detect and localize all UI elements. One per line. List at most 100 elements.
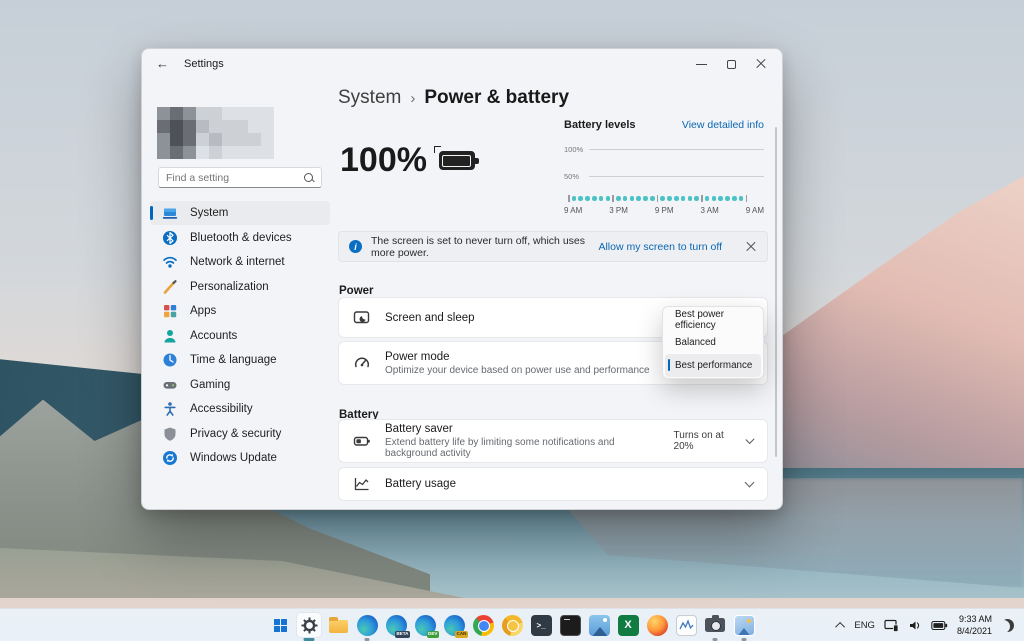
view-detailed-info-link[interactable]: View detailed info (682, 119, 764, 131)
banner-close-icon[interactable] (745, 241, 757, 253)
movies-tv-icon (733, 614, 755, 636)
taskbar-icon-edge-canary[interactable]: CAN (442, 613, 468, 638)
xtick: 9 PM (654, 206, 674, 215)
taskbar-icon-performance-monitor[interactable] (674, 613, 698, 637)
breadcrumb-system[interactable]: System (338, 87, 401, 109)
battery-percent-value: 100% (340, 141, 427, 179)
canary-badge: CAN (455, 631, 468, 638)
dropdown-item-balanced[interactable]: Balanced (665, 332, 761, 355)
start-button[interactable] (268, 613, 292, 637)
info-icon: i (349, 240, 362, 253)
camera-icon (705, 615, 725, 632)
user-avatar-blurred[interactable] (157, 107, 274, 159)
dev-badge: DEV (426, 631, 439, 638)
sidebar-item-system[interactable]: System (150, 201, 330, 225)
sidebar-item-accessibility[interactable]: Accessibility (150, 397, 330, 421)
gamepad-icon (162, 377, 178, 393)
sidebar-item-label: Bluetooth & devices (190, 231, 292, 244)
battery-saver-value: Turns on at 20% (673, 430, 724, 452)
gear-icon (301, 617, 317, 633)
sidebar-item-label: Time & language (190, 354, 277, 366)
taskbar-icon-chrome[interactable] (471, 613, 495, 637)
taskbar-icon-terminal[interactable]: >_ (529, 613, 553, 637)
beta-badge: BETA (394, 631, 410, 638)
taskbar-icon-excel[interactable]: X (616, 613, 640, 637)
chevron-down-icon (745, 434, 755, 444)
maximize-button[interactable] (716, 49, 746, 79)
taskbar-icon-camera[interactable] (703, 613, 727, 641)
settings-window: ← Settings System (141, 48, 783, 510)
taskbar-icon-edge[interactable] (355, 613, 379, 641)
search-box[interactable] (158, 167, 322, 188)
power-section-label: Power (339, 285, 374, 297)
sidebar-item-accounts[interactable]: Accounts (150, 324, 330, 348)
close-button[interactable] (746, 49, 776, 79)
xtick: 9 AM (745, 206, 764, 215)
accessibility-icon (162, 401, 178, 417)
shield-icon (162, 426, 178, 442)
tray-overflow-chevron-icon[interactable] (835, 621, 846, 632)
focus-assist-moon-icon[interactable] (1001, 619, 1014, 632)
row-title: Screen and sleep (385, 311, 475, 324)
sidebar-item-personalization[interactable]: Personalization (150, 275, 330, 299)
dropdown-item-best-power-efficiency[interactable]: Best power efficiency (665, 309, 761, 332)
scrollbar[interactable] (774, 127, 777, 457)
running-indicator (712, 637, 718, 641)
sidebar-item-label: Gaming (190, 378, 231, 391)
taskbar-icon-file-explorer[interactable] (326, 613, 350, 637)
xtick: 3 AM (700, 206, 719, 215)
taskbar-icon-edge-dev[interactable]: DEV (413, 613, 439, 638)
sidebar-item-label: Windows Update (190, 452, 277, 464)
ytick-100: 100% (564, 145, 584, 154)
desktop: ← Settings System (0, 0, 1024, 641)
window-title: Settings (184, 58, 224, 70)
breadcrumb-separator: › (410, 90, 416, 107)
sidebar-item-privacy-security[interactable]: Privacy & security (150, 422, 330, 446)
sidebar-item-label: System (190, 207, 229, 219)
sidebar-item-apps[interactable]: Apps (150, 299, 330, 323)
search-input[interactable] (159, 171, 303, 184)
banner-text: The screen is set to never turn off, whi… (371, 234, 585, 259)
globe-clock-icon (162, 352, 178, 368)
titlebar[interactable]: ← Settings (142, 49, 782, 79)
back-button[interactable]: ← (156, 56, 169, 71)
tray-date: 8/4/2021 (956, 625, 992, 636)
battery-usage-icon (353, 475, 371, 493)
sidebar-item-label: Network & internet (190, 256, 285, 268)
sidebar-item-network-internet[interactable]: Network & internet (150, 250, 330, 274)
sidebar: System Bluetooth & devices Network & int… (142, 79, 338, 509)
taskbar-icon-movies-tv[interactable] (732, 613, 756, 641)
battery-tray-icon[interactable] (931, 620, 948, 631)
taskbar-icon-photos[interactable] (587, 613, 611, 637)
excel-icon: X (617, 614, 639, 636)
selected-accent-bar (150, 206, 153, 220)
clock[interactable]: 9:33 AM 8/4/2021 (957, 614, 992, 637)
photos-icon (588, 614, 610, 636)
minimize-button[interactable] (686, 49, 716, 79)
chrome-icon (472, 614, 494, 636)
taskbar-icon-firefox[interactable] (645, 613, 669, 637)
windows-logo-icon (273, 618, 287, 632)
network-icon[interactable] (884, 619, 899, 632)
bluetooth-icon (162, 230, 178, 246)
taskbar-icon-chrome-canary[interactable] (500, 613, 524, 637)
battery-percent: 100% (340, 141, 479, 180)
sidebar-item-bluetooth-devices[interactable]: Bluetooth & devices (150, 226, 330, 250)
battery-saver-row[interactable]: Battery saver Extend battery life by lim… (338, 419, 768, 463)
language-indicator[interactable]: ENG (854, 620, 875, 631)
dropdown-item-label: Balanced (675, 337, 716, 349)
folder-icon (328, 617, 348, 633)
sidebar-item-windows-update[interactable]: Windows Update (150, 446, 330, 470)
taskbar-icon-command-prompt[interactable] (558, 613, 582, 637)
allow-screen-turn-off-link[interactable]: Allow my screen to turn off (598, 241, 722, 253)
battery-usage-row[interactable]: Battery usage (338, 467, 768, 501)
sidebar-item-time-language[interactable]: Time & language (150, 348, 330, 372)
terminal-icon: >_ (530, 614, 552, 636)
xtick: 9 AM (564, 206, 583, 215)
taskbar-icon-edge-beta[interactable]: BETA (384, 613, 410, 638)
dropdown-item-best-performance[interactable]: Best performance (665, 354, 761, 377)
taskbar-icon-settings[interactable] (297, 613, 321, 641)
volume-icon[interactable] (908, 619, 922, 632)
sidebar-item-gaming[interactable]: Gaming (150, 373, 330, 397)
row-title: Battery saver (385, 423, 453, 435)
